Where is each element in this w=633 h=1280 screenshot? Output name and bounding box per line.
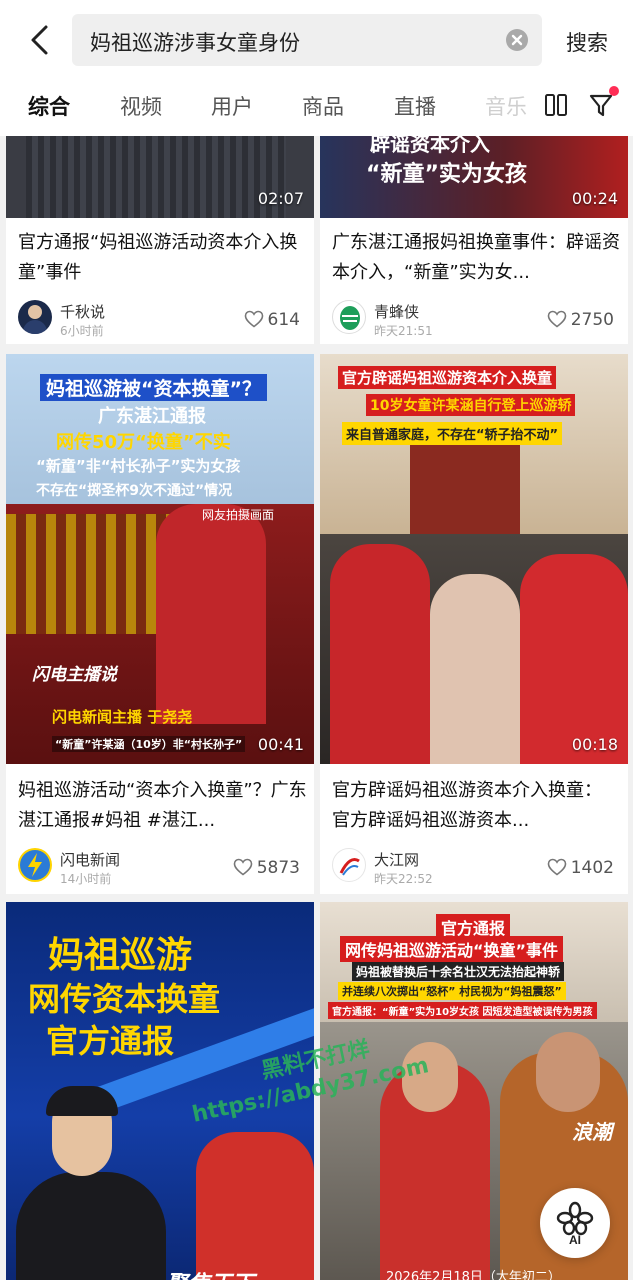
filter-icon[interactable] xyxy=(588,92,614,118)
video-duration: 00:18 xyxy=(571,735,618,754)
search-query-text: 妈祖巡游涉事女童身份 xyxy=(90,31,300,55)
author-name: 大江网 xyxy=(374,851,420,869)
video-duration: 00:41 xyxy=(257,735,304,754)
thumbnail-caption: “新童”实为女孩 xyxy=(366,162,527,187)
post-time: 昨天21:51 xyxy=(374,324,433,338)
thumbnail-caption: 广东湛江通报 xyxy=(98,406,206,427)
tab-video[interactable]: 视频 xyxy=(120,91,162,121)
thumbnail-caption: 辟谣资本介入 xyxy=(370,136,490,156)
tab-comprehensive[interactable]: 综合 xyxy=(28,91,70,121)
ai-assistant-button[interactable]: AI xyxy=(540,1188,610,1258)
video-title: 官方辟谣妈祖巡游资本介入换童： 官方辟谣妈祖巡游资本... xyxy=(332,780,602,831)
thumbnail-caption: 妈祖被替换后十余名壮汉无法抬起神轿 xyxy=(352,962,565,981)
post-time: 6小时前 xyxy=(60,324,104,338)
results-feed: 02:07 官方通报“妈祖巡游活动资本介入换童”事件 千秋说 6小时前 614 … xyxy=(0,136,633,1280)
thumbnail-caption: 2026年2月18日（大年初二） xyxy=(386,1270,561,1280)
thumbnail-caption: 妈祖巡游 xyxy=(48,935,193,976)
heart-icon xyxy=(233,858,253,876)
thumbnail-caption: 网友拍摄画面 xyxy=(202,508,275,522)
like-count-text: 614 xyxy=(267,310,300,330)
avatar xyxy=(18,848,52,882)
dajiang-logo-icon xyxy=(339,858,360,876)
avatar xyxy=(332,848,366,882)
thumbnail-caption: 妈祖巡游被“资本换童”？ xyxy=(40,374,267,401)
video-thumbnail: 妈祖巡游被“资本换童”？ 广东湛江通报 网传50万“换童”不实 “新童”非“村长… xyxy=(6,354,314,764)
video-thumbnail: 02:07 xyxy=(6,136,314,218)
video-title: 广东湛江通报妈祖换童事件：辟谣资本介入，“新童”实为女... xyxy=(332,232,620,283)
clear-search-icon[interactable] xyxy=(506,29,528,51)
thumbnail-caption: 官方通报：“新童”实为10岁女孩 因短发造型被误传为男孩 xyxy=(328,1002,597,1019)
thumbnail-caption: 官方通报 xyxy=(46,1022,175,1060)
video-duration: 02:07 xyxy=(257,189,304,208)
thumbnail-caption: 不存在“掷圣杯9次不通过”情况 xyxy=(36,483,233,499)
like-count-text: 2750 xyxy=(570,310,614,330)
post-time: 14小时前 xyxy=(60,872,112,886)
wasp-logo-icon xyxy=(340,306,360,330)
like-count[interactable]: 614 xyxy=(244,310,300,330)
thumbnail-caption: 官方辟谣妈祖巡游资本介入换童 xyxy=(338,366,557,389)
like-count[interactable]: 5873 xyxy=(233,858,300,878)
thumbnail-caption: 浪潮 xyxy=(572,1120,612,1144)
like-count[interactable]: 1402 xyxy=(547,858,614,878)
post-time: 昨天22:52 xyxy=(374,872,433,886)
heart-icon xyxy=(547,310,567,328)
avatar xyxy=(18,300,52,334)
video-card[interactable]: 妈祖巡游被“资本换童”？ 广东湛江通报 网传50万“换童”不实 “新童”非“村长… xyxy=(6,354,314,894)
back-arrow-icon[interactable] xyxy=(26,24,54,56)
video-card[interactable]: 官方辟谣妈祖巡游资本介入换童 10岁女童许某涵自行登上巡游轿 来自普通家庭，不存… xyxy=(320,354,628,894)
thumbnail-caption: 网传资本换童 xyxy=(28,980,221,1018)
like-count[interactable]: 2750 xyxy=(547,310,614,330)
thumbnail-caption: 并连续八次掷出“怒杯” 村民视为“妈祖震怒” xyxy=(338,982,566,1000)
notification-dot xyxy=(609,86,619,96)
like-count-text: 5873 xyxy=(256,858,300,878)
thumbnail-caption: “新童”非“村长孙子”实为女孩 xyxy=(36,457,241,475)
layout-toggle-icon[interactable] xyxy=(544,93,568,117)
category-tabs: 综合 视频 用户 商品 直播 音乐 xyxy=(0,80,633,136)
tab-products[interactable]: 商品 xyxy=(302,91,344,121)
thumbnail-caption: 网传妈祖巡游活动“换童”事件 xyxy=(340,936,564,962)
search-input[interactable]: 妈祖巡游涉事女童身份 xyxy=(72,14,542,66)
ai-label: AI xyxy=(569,1233,581,1246)
top-bar: 妈祖巡游涉事女童身份 搜索 xyxy=(0,0,633,80)
thumbnail-caption: 来自普通家庭，不存在“轿子抬不动” xyxy=(342,422,563,445)
author-name: 闪电新闻 xyxy=(60,851,121,869)
like-count-text: 1402 xyxy=(570,858,614,878)
ai-flower-icon: AI xyxy=(556,1201,594,1246)
heart-icon xyxy=(244,310,263,328)
tab-users[interactable]: 用户 xyxy=(211,91,253,121)
video-title: 官方通报“妈祖巡游活动资本介入换童”事件 xyxy=(18,232,298,283)
thumbnail-caption: 闪电主播说 xyxy=(32,665,117,685)
video-thumbnail: 官方辟谣妈祖巡游资本介入换童 10岁女童许某涵自行登上巡游轿 来自普通家庭，不存… xyxy=(320,354,628,764)
video-thumbnail: 辟谣资本介入 “新童”实为女孩 00:24 xyxy=(320,136,628,218)
lightning-logo-icon xyxy=(20,850,50,880)
search-button[interactable]: 搜索 xyxy=(566,27,608,57)
video-card[interactable]: 02:07 官方通报“妈祖巡游活动资本介入换童”事件 千秋说 6小时前 614 xyxy=(6,136,314,344)
thumbnail-caption: 网传50万“换童”不实 xyxy=(56,432,231,453)
avatar xyxy=(332,300,366,334)
thumbnail-caption: 10岁女童许某涵自行登上巡游轿 xyxy=(366,394,576,416)
thumbnail-caption: 闪电新闻主播 于尧尧 xyxy=(52,708,193,726)
thumbnail-caption: 聚焦天下 xyxy=(166,1266,254,1280)
thumbnail-caption: “新童”许某涵（10岁）非“村长孙子” xyxy=(52,736,246,752)
author-name: 千秋说 xyxy=(60,303,106,321)
author-name: 青蜂侠 xyxy=(374,303,420,321)
tab-music[interactable]: 音乐 xyxy=(485,91,527,121)
heart-icon xyxy=(547,858,567,876)
tab-live[interactable]: 直播 xyxy=(394,91,436,121)
video-duration: 00:24 xyxy=(571,189,618,208)
video-card[interactable]: 辟谣资本介入 “新童”实为女孩 00:24 广东湛江通报妈祖换童事件：辟谣资本介… xyxy=(320,136,628,344)
video-title: 妈祖巡游活动“资本介入换童”？广东湛江通报#妈祖 #湛江... xyxy=(18,780,307,831)
